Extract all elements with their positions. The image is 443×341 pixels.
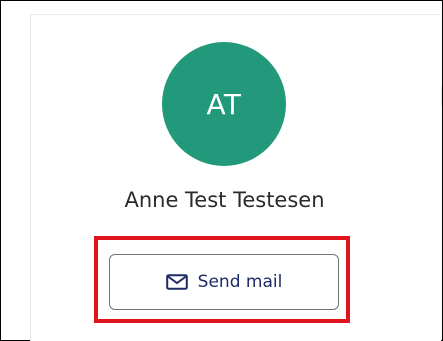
send-mail-button[interactable]: Send mail bbox=[109, 254, 339, 310]
card-divider bbox=[441, 86, 442, 106]
mail-icon bbox=[165, 274, 188, 290]
avatar: AT bbox=[162, 42, 286, 166]
profile-name: Anne Test Testesen bbox=[124, 188, 325, 212]
avatar-initials: AT bbox=[206, 87, 242, 121]
send-mail-label: Send mail bbox=[197, 272, 283, 292]
